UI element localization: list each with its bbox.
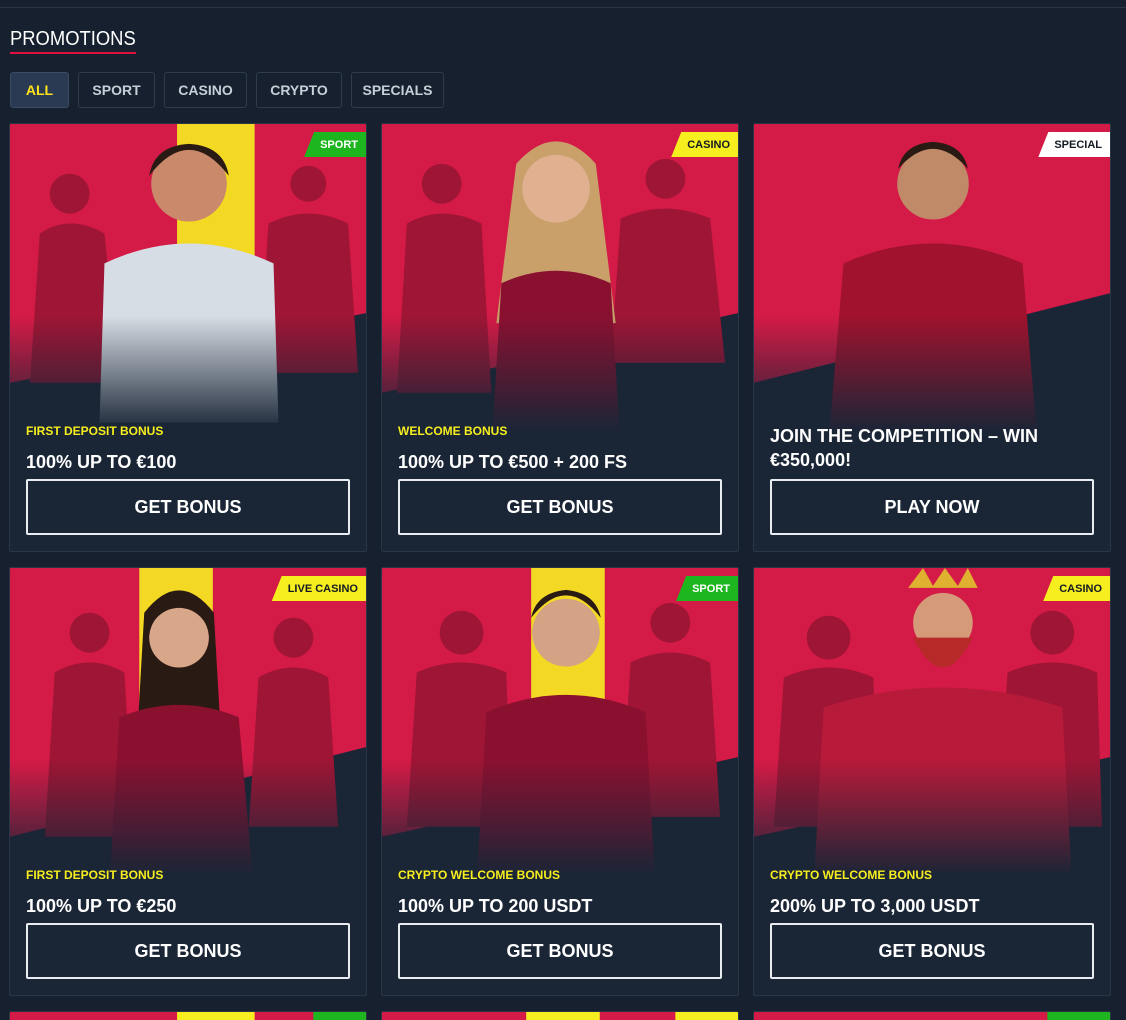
promo-headline: 100% UP TO €250 bbox=[26, 896, 177, 916]
filter-tabs: ALL SPORT CASINO CRYPTO SPECIALS bbox=[10, 72, 444, 108]
promo-card-partial bbox=[9, 1011, 367, 1020]
promo-card: SPORT FIRST DEPOSIT BONUS 100% UP TO €10… bbox=[9, 123, 367, 552]
promo-headline: 100% UP TO 200 USDT bbox=[398, 896, 593, 916]
tab-crypto[interactable]: CRYPTO bbox=[256, 72, 342, 108]
category-tag: SPORT bbox=[304, 132, 366, 157]
category-tag: CASINO bbox=[1043, 576, 1110, 601]
promo-headline: 200% UP TO 3,000 USDT bbox=[770, 896, 980, 916]
promo-card: CASINO WELCOME BONUS 100% UP TO €500 + 2… bbox=[381, 123, 739, 552]
promo-card-partial bbox=[753, 1011, 1111, 1020]
tab-casino[interactable]: CASINO bbox=[164, 72, 247, 108]
tab-all[interactable]: ALL bbox=[10, 72, 69, 108]
promo-subtitle: CRYPTO WELCOME BONUS bbox=[398, 868, 561, 882]
category-tag: SPORT bbox=[676, 576, 738, 601]
get-bonus-button[interactable]: GET BONUS bbox=[26, 923, 350, 979]
promo-subtitle: CRYPTO WELCOME BONUS bbox=[770, 868, 933, 882]
promo-card: SPORT CRYPTO WELCOME BONUS 100% UP TO 20… bbox=[381, 567, 739, 996]
play-now-button[interactable]: PLAY NOW bbox=[770, 479, 1094, 535]
promo-banner-image bbox=[754, 1012, 1110, 1020]
get-bonus-button[interactable]: GET BONUS bbox=[26, 479, 350, 535]
get-bonus-button[interactable]: GET BONUS bbox=[398, 923, 722, 979]
promo-headline: 100% UP TO €100 bbox=[26, 452, 177, 472]
category-tag: SPECIAL bbox=[1038, 132, 1110, 157]
title-underline bbox=[10, 52, 136, 54]
promo-subtitle: WELCOME BONUS bbox=[398, 424, 508, 438]
category-tag: CASINO bbox=[671, 132, 738, 157]
promo-card: CASINO CRYPTO WELCOME BONUS 200% UP TO 3… bbox=[753, 567, 1111, 996]
top-bar bbox=[0, 0, 1126, 8]
promo-subtitle: FIRST DEPOSIT BONUS bbox=[26, 868, 164, 882]
tab-specials[interactable]: SPECIALS bbox=[351, 72, 444, 108]
promo-headline: 100% UP TO €500 + 200 FS bbox=[398, 452, 627, 472]
promo-card-partial bbox=[381, 1011, 739, 1020]
promo-headline: JOIN THE COMPETITION – WIN €350,000! bbox=[770, 426, 1039, 470]
page-title: PROMOTIONS bbox=[10, 28, 136, 50]
promo-card: LIVE CASINO FIRST DEPOSIT BONUS 100% UP … bbox=[9, 567, 367, 996]
tab-sport[interactable]: SPORT bbox=[78, 72, 155, 108]
promo-banner-image bbox=[382, 1012, 738, 1020]
promo-subtitle: FIRST DEPOSIT BONUS bbox=[26, 424, 164, 438]
category-tag: LIVE CASINO bbox=[271, 576, 366, 601]
promotions-grid: SPORT FIRST DEPOSIT BONUS 100% UP TO €10… bbox=[9, 123, 1111, 1020]
promo-banner-image bbox=[10, 1012, 366, 1020]
get-bonus-button[interactable]: GET BONUS bbox=[770, 923, 1094, 979]
promo-card: SPECIAL JOIN THE COMPETITION – WIN €350,… bbox=[753, 123, 1111, 552]
get-bonus-button[interactable]: GET BONUS bbox=[398, 479, 722, 535]
